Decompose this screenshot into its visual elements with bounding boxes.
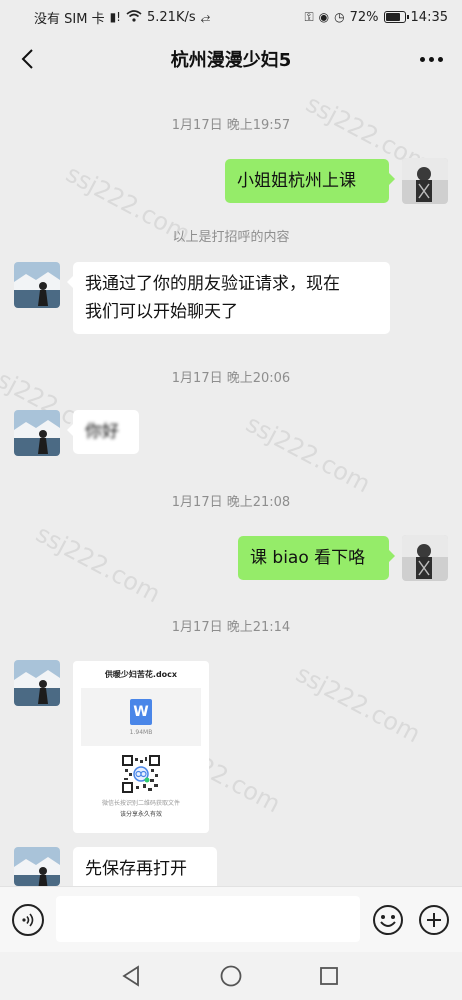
message-line: 我通过了你的朋友验证请求，现在 <box>85 274 340 294</box>
eye-icon: ◉ <box>318 10 330 24</box>
plus-icon <box>419 905 449 935</box>
nav-back-button[interactable] <box>119 964 143 988</box>
more-button[interactable] <box>416 46 446 72</box>
circle-home-icon <box>220 965 242 987</box>
timestamp: 1月17日 晚上20:06 <box>171 371 291 386</box>
file-name: 供暖少妇苦花.docx <box>104 670 178 679</box>
timestamp: 1月17日 晚上21:08 <box>171 495 291 510</box>
more-actions-button[interactable] <box>418 904 450 936</box>
qr-code-icon <box>121 754 161 794</box>
word-doc-icon: W <box>130 698 152 725</box>
input-bar <box>0 886 462 952</box>
contact-avatar[interactable] <box>14 410 60 456</box>
alarm-icon: ◷ <box>334 10 345 24</box>
contact-avatar[interactable] <box>14 262 60 308</box>
emoji-icon <box>373 905 403 935</box>
chat-header: 杭州漫漫少妇5 <box>0 34 462 84</box>
wifi-icon <box>126 10 142 24</box>
voice-icon <box>22 913 34 927</box>
file-preview: W 1.94MB <box>81 688 201 746</box>
contact-avatar[interactable] <box>14 660 60 706</box>
system-nav-bar <box>0 952 462 1000</box>
message-bubble-out[interactable]: 小姐姐杭州上课 <box>225 159 395 203</box>
more-dot-icon <box>428 56 434 62</box>
qr-tip: 微信长按识别二维码获取文件 <box>101 800 180 807</box>
watermark: ssj222.com <box>31 519 165 609</box>
carrier-text: 没有 SIM 卡 <box>34 11 105 27</box>
my-avatar[interactable] <box>402 158 448 204</box>
file-share-card[interactable]: 供暖少妇苦花.docx W 1.94MB 微信长按识别二维码获取文件 该分享永久… <box>73 661 209 833</box>
nav-recents-button[interactable] <box>317 964 341 988</box>
message-bubble-in[interactable]: 先保存再打开 <box>73 847 217 886</box>
message-bubble-in[interactable]: 我通过了你的朋友验证请求，现在 我们可以开始聊天了 <box>67 262 390 334</box>
file-size: 1.94MB <box>129 728 153 736</box>
network-speed: 5.21K/s <box>147 9 196 25</box>
timestamp: 1月17日 晚上21:14 <box>171 620 291 635</box>
share-note: 该分享永久有效 <box>119 811 162 818</box>
back-button[interactable] <box>12 44 42 74</box>
message-line: 我们可以开始聊天了 <box>85 302 238 322</box>
message-text: 你好 <box>85 422 119 442</box>
voice-button[interactable] <box>12 904 44 936</box>
my-avatar[interactable] <box>402 535 448 581</box>
message-input[interactable] <box>56 896 360 942</box>
triangle-back-icon <box>122 965 139 987</box>
message-bubble-out[interactable]: 课 biao 看下咯 <box>238 536 395 580</box>
key-icon: ⚿ <box>304 10 314 24</box>
status-bar: 没有 SIM 卡 ▮! 5.21K/s ⥄ ⚿ ◉ ◷ 72% 14:35 <box>0 0 462 34</box>
clock: 14:35 <box>410 9 448 25</box>
battery-icon <box>383 11 409 23</box>
battery-percent: 72% <box>349 9 379 25</box>
chevron-left-icon <box>21 49 33 69</box>
sim-alert-icon: ▮! <box>109 10 121 24</box>
square-recents-icon <box>320 967 338 985</box>
chat-title: 杭州漫漫少妇5 <box>170 50 292 71</box>
nfc-icon: ⥄ <box>200 10 211 24</box>
watermark: ssj222.com <box>241 409 375 499</box>
system-note: 以上是打招呼的内容 <box>172 230 290 245</box>
more-dot-icon <box>419 56 425 62</box>
watermark: ssj222.com <box>291 659 425 749</box>
emoji-button[interactable] <box>372 904 404 936</box>
nav-home-button[interactable] <box>219 964 243 988</box>
message-bubble-in[interactable]: 你好 <box>67 410 139 454</box>
timestamp: 1月17日 晚上19:57 <box>171 118 291 133</box>
more-dot-icon <box>437 56 443 62</box>
contact-avatar[interactable] <box>14 847 60 886</box>
